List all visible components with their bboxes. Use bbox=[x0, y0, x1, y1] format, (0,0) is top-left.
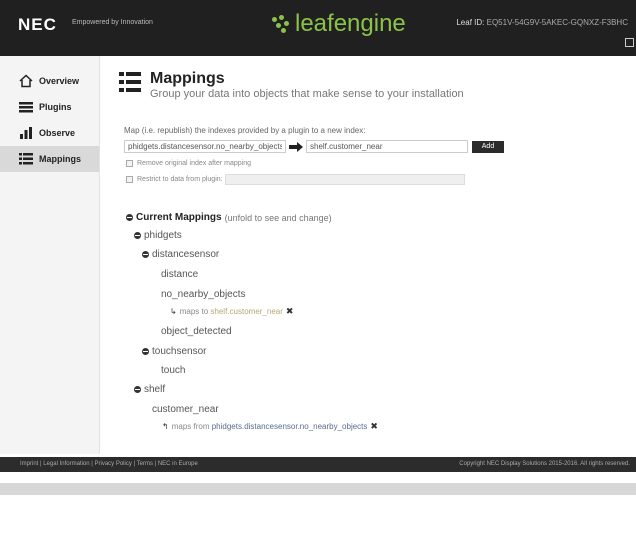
sidebar-item-observe[interactable]: Observe bbox=[0, 120, 99, 146]
tree-node-phidgets[interactable]: phidgets bbox=[134, 230, 182, 241]
footer: Imprint | Legal Information | Privacy Po… bbox=[0, 457, 636, 472]
tree-node-label: distancesensor bbox=[152, 249, 220, 260]
add-button[interactable]: Add bbox=[472, 140, 504, 153]
tree-leaf-no-nearby-objects: no_nearby_objects bbox=[161, 289, 246, 300]
nec-logo: NEC bbox=[18, 15, 57, 34]
restrict-plugin-label: Restrict to data from plugin: bbox=[137, 176, 223, 183]
sidebar-item-plugins[interactable]: Plugins bbox=[0, 94, 99, 120]
tree-leaf-distance: distance bbox=[161, 269, 198, 280]
collapse-icon[interactable] bbox=[142, 251, 149, 258]
tree-node-shelf[interactable]: shelf bbox=[134, 384, 165, 395]
maps-to-prefix: maps to bbox=[179, 307, 209, 316]
page-header: Mappings Group your data into objects th… bbox=[118, 70, 464, 100]
footer-copyright: Copyright NEC Display Solutions 2015-201… bbox=[459, 461, 630, 467]
logout-icon[interactable] bbox=[625, 38, 634, 47]
tree-node-label: distance bbox=[161, 269, 199, 280]
delete-mapping-icon[interactable]: ✖ bbox=[370, 421, 378, 432]
sidebar: Overview Plugins Observe Mappings bbox=[0, 56, 100, 454]
leaf-logo-icon bbox=[270, 13, 292, 35]
remove-original-checkbox[interactable] bbox=[126, 160, 133, 167]
footer-reflection bbox=[0, 483, 636, 495]
arrow-right-icon bbox=[289, 141, 303, 152]
restrict-plugin-input[interactable] bbox=[224, 174, 465, 185]
maps-from-row: ↰ maps from phidgets.distancesensor.no_n… bbox=[162, 421, 378, 432]
tree-node-label: customer_near bbox=[152, 404, 219, 415]
top-bar: NEC Empowered by Innovation leafengine L… bbox=[0, 0, 636, 56]
tree-node-label: object_detected bbox=[161, 326, 232, 337]
tree-node-touchsensor[interactable]: touchsensor bbox=[142, 346, 206, 357]
sidebar-item-label: Overview bbox=[39, 76, 80, 86]
sidebar-item-label: Mappings bbox=[39, 154, 81, 164]
leaf-id-label: Leaf ID: bbox=[456, 18, 485, 27]
tree-node-label: touchsensor bbox=[152, 346, 207, 357]
delete-mapping-icon[interactable]: ✖ bbox=[286, 306, 294, 317]
restrict-plugin-row: Restrict to data from plugin: bbox=[126, 174, 465, 185]
page-title: Mappings bbox=[150, 70, 225, 87]
sidebar-item-label: Observe bbox=[39, 128, 76, 138]
list-icon bbox=[16, 151, 36, 167]
current-mappings-header[interactable]: Current Mappings (unfold to see and chan… bbox=[126, 212, 332, 223]
main-content: Mappings Group your data into objects th… bbox=[100, 56, 636, 454]
restrict-plugin-checkbox[interactable] bbox=[126, 176, 133, 183]
leaf-id: Leaf ID: EQ51V-54G9V-5AKEC-GQNXZ-F3BHC bbox=[456, 18, 628, 27]
tree-node-distancesensor[interactable]: distancesensor bbox=[142, 249, 219, 260]
source-index-input[interactable] bbox=[124, 140, 286, 153]
app-name: leafengine bbox=[295, 10, 406, 37]
current-mappings-title: Current Mappings bbox=[136, 212, 222, 223]
tree-leaf-customer-near: customer_near bbox=[152, 404, 219, 415]
remove-original-row: Remove original index after mapping bbox=[126, 160, 251, 167]
tree-leaf-touch: touch bbox=[161, 365, 185, 376]
tree-node-label: phidgets bbox=[144, 230, 182, 241]
maps-from-link[interactable]: phidgets.distancesensor.no_nearby_object… bbox=[212, 422, 368, 431]
remove-original-label: Remove original index after mapping bbox=[137, 160, 252, 167]
page-subtitle: Group your data into objects that make s… bbox=[150, 88, 464, 100]
tree-node-label: touch bbox=[161, 365, 186, 376]
collapse-icon[interactable] bbox=[126, 214, 133, 221]
leaf-id-value: EQ51V-54G9V-5AKEC-GQNXZ-F3BHC bbox=[486, 18, 628, 27]
sidebar-item-label: Plugins bbox=[39, 102, 72, 112]
collapse-icon[interactable] bbox=[134, 232, 141, 239]
current-mappings-hint: (unfold to see and change) bbox=[224, 212, 332, 223]
list-icon bbox=[118, 70, 142, 98]
mapping-form-label: Map (i.e. republish) the indexes provide… bbox=[124, 126, 366, 135]
return-arrow-icon: ↰ bbox=[162, 422, 169, 431]
tree-node-label: shelf bbox=[144, 384, 166, 395]
mapping-form-row: Add bbox=[124, 140, 504, 153]
return-arrow-icon: ↳ bbox=[170, 307, 177, 316]
sidebar-item-mappings[interactable]: Mappings bbox=[0, 146, 99, 172]
tree-leaf-object-detected: object_detected bbox=[161, 326, 232, 337]
target-index-input[interactable] bbox=[306, 140, 468, 153]
tagline: Empowered by Innovation bbox=[72, 19, 153, 26]
collapse-icon[interactable] bbox=[142, 348, 149, 355]
maps-to-link[interactable]: shelf.customer_near bbox=[210, 307, 282, 316]
maps-to-row: ↳ maps to shelf.customer_near ✖ bbox=[170, 306, 293, 317]
sidebar-item-overview[interactable]: Overview bbox=[0, 68, 99, 94]
stack-icon bbox=[16, 99, 36, 115]
maps-from-prefix: maps from bbox=[171, 422, 210, 431]
collapse-icon[interactable] bbox=[134, 386, 141, 393]
footer-links[interactable]: Imprint | Legal Information | Privacy Po… bbox=[20, 461, 198, 467]
tree-node-label: no_nearby_objects bbox=[161, 289, 246, 300]
bar-chart-icon bbox=[16, 125, 36, 141]
app-logo[interactable]: leafengine bbox=[270, 10, 406, 38]
home-icon bbox=[16, 73, 36, 89]
